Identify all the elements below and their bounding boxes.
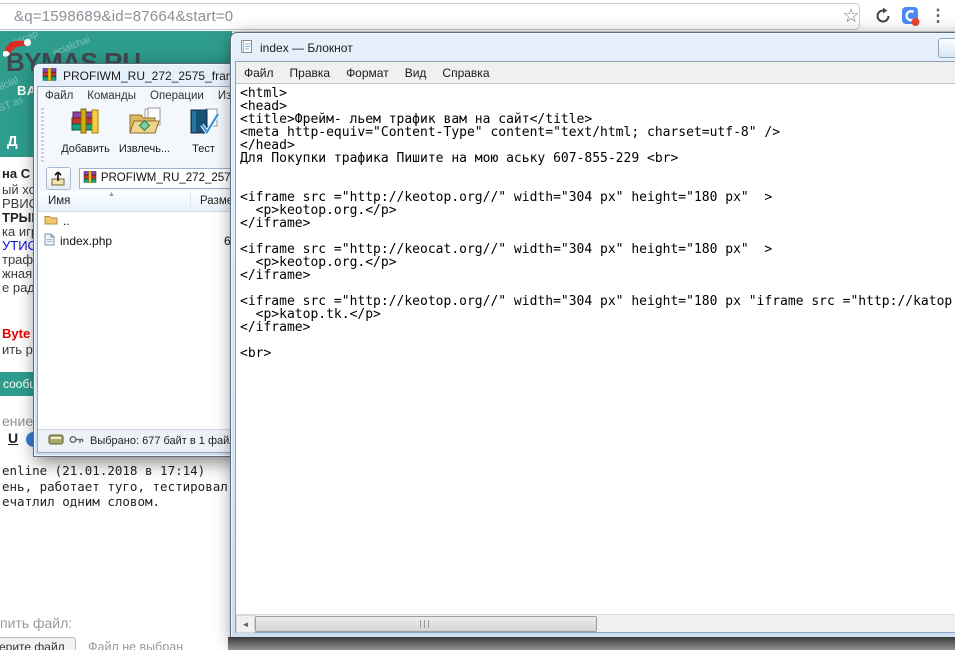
- disk-icon: [48, 434, 64, 448]
- choose-file-button[interactable]: ерите файл: [0, 637, 76, 650]
- scrollbar-grip: [420, 620, 432, 628]
- attach-file-label: пить файл:: [0, 615, 72, 631]
- notepad-menubar: Файл Правка Формат Вид Справка: [236, 62, 955, 83]
- browser-toolbar: &q=1598689&id=87664&start=0 ☆ ⋮: [0, 0, 955, 32]
- forum-quote-line: ень, работает туго, тестировал..: [2, 479, 232, 494]
- address-bar-url[interactable]: &q=1598689&id=87664&start=0: [14, 8, 233, 25]
- notepad-menu-view[interactable]: Вид: [397, 66, 435, 80]
- winrar-titlebar[interactable]: PROFIWM_RU_272_2575_frame.: [42, 68, 246, 84]
- sort-ascending-icon: ▲: [108, 191, 115, 198]
- winrar-statusbar: Выбрано: 677 байт в 1 файле: [38, 429, 233, 452]
- notepad-text-area[interactable]: <html> <head> <title>Фрейм- льем трафик …: [236, 83, 955, 615]
- folder-icon: [44, 214, 58, 228]
- winrar-menu-file[interactable]: Файл: [38, 90, 80, 102]
- add-to-archive-button[interactable]: Добавить: [56, 105, 115, 163]
- file-row-updir[interactable]: ..: [38, 211, 233, 231]
- winrar-title-text: PROFIWM_RU_272_2575_frame.: [63, 69, 246, 83]
- no-file-chosen-label: Файл не выбран: [88, 640, 183, 650]
- horizontal-scrollbar[interactable]: ◄: [236, 614, 955, 632]
- screen: &q=1598689&id=87664&start=0 ☆ ⋮ escap ec…: [0, 0, 955, 650]
- winrar-toolbar: Добавить Извлечь...: [38, 105, 233, 166]
- winrar-window[interactable]: PROFIWM_RU_272_2575_frame. Файл Команды …: [33, 63, 235, 457]
- selection-status-text: Выбрано: 677 байт в 1 файле: [90, 435, 234, 447]
- winrar-app-icon: [42, 68, 57, 84]
- notepad-window[interactable]: index — Блокнот Файл Правка Формат Вид С…: [230, 32, 955, 639]
- winrar-menubar: Файл Команды Операции Избранное: [38, 87, 233, 106]
- up-directory-button[interactable]: [46, 167, 71, 190]
- site-nav-letter: Д: [7, 133, 18, 150]
- column-divider[interactable]: [190, 193, 191, 209]
- scrollbar-thumb[interactable]: [255, 616, 597, 632]
- browser-menu-icon[interactable]: ⋮: [927, 5, 949, 27]
- file-row-indexphp[interactable]: index.php 677: [38, 231, 233, 251]
- column-header-name[interactable]: Имя: [48, 195, 70, 207]
- forum-quote-line: ечатлил одним словом.: [2, 494, 160, 509]
- underline-format-button[interactable]: U: [8, 430, 18, 446]
- archive-path-combobox[interactable]: PROFIWM_RU_272_2575_frame: [79, 168, 233, 189]
- add-archive-icon: [69, 107, 103, 142]
- notepad-document-text[interactable]: <html> <head> <title>Фрейм- льем трафик …: [236, 84, 955, 360]
- winrar-menu-commands[interactable]: Команды: [80, 90, 143, 102]
- extension-icon[interactable]: [899, 5, 921, 27]
- test-icon: [187, 107, 221, 142]
- extract-button[interactable]: Извлечь...: [115, 105, 174, 163]
- page-text-fragment: траф: [2, 252, 33, 267]
- file-icon: [44, 233, 55, 249]
- notepad-client-area: Файл Правка Формат Вид Справка <html> <h…: [235, 61, 955, 633]
- winrar-address-row: PROFIWM_RU_272_2575_frame: [38, 165, 233, 191]
- notepad-app-icon: [239, 39, 254, 57]
- notepad-menu-help[interactable]: Справка: [434, 66, 497, 80]
- scroll-left-arrow[interactable]: ◄: [236, 615, 255, 633]
- refresh-icon[interactable]: [872, 5, 894, 27]
- test-button[interactable]: Тест: [174, 105, 233, 163]
- notepad-title-text: index — Блокнот: [260, 41, 353, 55]
- notepad-menu-file[interactable]: Файл: [236, 66, 282, 80]
- column-header-size[interactable]: Размер: [200, 195, 233, 207]
- test-button-label: Тест: [192, 143, 215, 155]
- extract-button-label: Извлечь...: [119, 143, 170, 155]
- winrar-archive-icon: [83, 171, 97, 186]
- archive-path-text: PROFIWM_RU_272_2575_frame: [101, 172, 233, 184]
- winrar-file-list: ▲ Имя Размер ..: [38, 191, 233, 430]
- key-icon: [69, 435, 84, 447]
- file-name: ..: [63, 214, 70, 228]
- minimize-button[interactable]: [938, 38, 955, 58]
- forum-quote-line: enline (21.01.2018 в 17:14): [2, 463, 205, 478]
- winrar-client-area: Файл Команды Операции Избранное: [37, 86, 234, 453]
- notepad-titlebar[interactable]: index — Блокнот: [239, 39, 353, 57]
- notepad-menu-edit[interactable]: Правка: [282, 66, 339, 80]
- page-text-fragment: на С: [2, 166, 30, 181]
- toolbar-grip: [41, 108, 44, 162]
- extract-icon: [128, 107, 162, 142]
- santa-hat-icon: [1, 34, 35, 63]
- page-text-fragment: Byte: [2, 326, 30, 341]
- notepad-menu-format[interactable]: Формат: [338, 66, 397, 80]
- background-dark-strip: [228, 637, 955, 650]
- add-button-label: Добавить: [61, 143, 110, 155]
- file-name: index.php: [60, 234, 112, 248]
- reply-label: ение:: [2, 413, 37, 429]
- winrar-menu-operations[interactable]: Операции: [143, 90, 211, 102]
- file-list-header: ▲ Имя Размер: [38, 191, 233, 212]
- bookmark-star-icon[interactable]: ☆: [840, 5, 862, 27]
